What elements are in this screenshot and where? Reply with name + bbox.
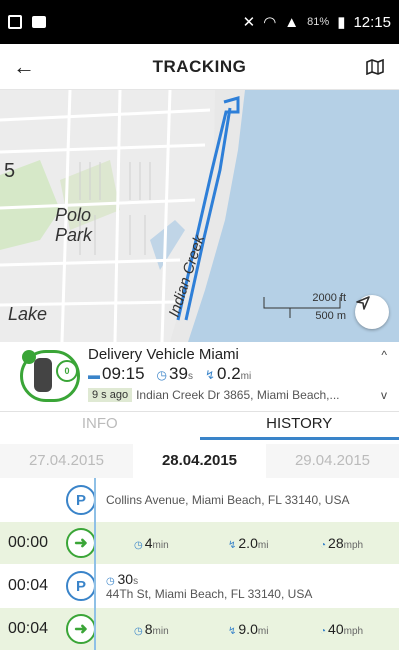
- scale-ft: 2000 ft: [312, 292, 346, 304]
- map-label-left-15: 5: [4, 160, 16, 182]
- tab-history[interactable]: HISTORY: [199, 412, 399, 440]
- map-view[interactable]: Indian Creek Polo Park 5 Lake 2000 ft 50…: [0, 90, 399, 342]
- tab-info[interactable]: INFO: [0, 412, 200, 440]
- battery-percent: 81%: [307, 16, 330, 28]
- page-title: TRACKING: [152, 56, 247, 76]
- clock-icon: ▬: [88, 368, 100, 382]
- map-scale: 2000 ft 500 m: [262, 292, 354, 326]
- vehicle-distance: 0.2: [217, 364, 241, 383]
- route-arrow-icon: ➜: [66, 614, 96, 644]
- navigation-arrow-icon: [356, 296, 370, 310]
- date-current[interactable]: 28.04.2015: [133, 444, 266, 478]
- trip-time: 00:00: [8, 534, 49, 551]
- vehicle-stats: ▬ 09:15 ◷ 39s ↯ 0.2mi: [88, 364, 251, 384]
- timeline-line: [94, 608, 96, 650]
- battery-icon: ▮: [337, 14, 346, 31]
- date-prev[interactable]: 27.04.2015: [0, 444, 133, 478]
- distance-icon: ↯: [204, 368, 216, 382]
- clock: 12:15: [353, 13, 391, 31]
- history-trip-row[interactable]: 00:00 ➜ ◷ 4min ↯ 2.0mi ◔ 28mph: [0, 522, 399, 564]
- parking-icon: P: [66, 571, 96, 601]
- history-stop-row[interactable]: 00:04 P ◷ 30s 44Th St, Miami Beach, FL 3…: [0, 564, 399, 608]
- back-arrow-icon[interactable]: ←: [0, 54, 48, 80]
- vehicle-address: Indian Creek Dr 3865, Miami Beach,...: [136, 388, 340, 402]
- mute-icon: ✕: [242, 14, 256, 31]
- chevron-up-icon[interactable]: ^: [381, 348, 387, 362]
- history-stop-row[interactable]: P Collins Avenue, Miami Beach, FL 33140,…: [0, 478, 399, 522]
- stop-address: Collins Avenue, Miami Beach, FL 33140, U…: [106, 493, 350, 507]
- vehicle-distance-unit: mi: [240, 371, 252, 382]
- trip-distance: ↯ 2.0mi: [228, 535, 269, 551]
- timer-icon: ◷: [156, 368, 168, 382]
- timeline-line: [94, 478, 96, 522]
- status-bar: ✕ ◠ ▲ 81% ▮ 12:15: [0, 0, 399, 44]
- timeline-line: [94, 522, 96, 564]
- chevron-down-icon[interactable]: v: [381, 388, 387, 402]
- area-label-polo-park: Polo Park: [55, 205, 93, 245]
- trip-duration: ◷ 4min: [134, 535, 169, 551]
- trip-time: 00:04: [8, 620, 49, 637]
- stop-details: ◷ 30s 44Th St, Miami Beach, FL 33140, US…: [106, 571, 312, 601]
- trip-speed: ◔ 40mph: [320, 621, 364, 637]
- last-update-badge: 9 s ago: [88, 388, 133, 402]
- history-list[interactable]: P Collins Avenue, Miami Beach, FL 33140,…: [0, 478, 399, 659]
- stop-time: 00:04: [8, 577, 49, 594]
- trip-duration: ◷ 8min: [134, 621, 169, 637]
- scale-m: 500 m: [315, 310, 346, 322]
- screenshot-notification-icon: [8, 15, 22, 29]
- signal-icon: ▲: [284, 13, 300, 31]
- date-selector: 27.04.2015 28.04.2015 29.04.2015: [0, 444, 399, 478]
- vehicle-duration-unit: s: [187, 371, 193, 382]
- vehicle-time: 09:15: [102, 364, 145, 383]
- wifi-icon: ◠: [263, 14, 277, 31]
- stop-address: 44Th St, Miami Beach, FL 33140, USA: [106, 587, 313, 601]
- vehicle-speed-badge: 0: [56, 360, 78, 382]
- map-view-icon[interactable]: [351, 58, 399, 75]
- route-arrow-icon: ➜: [66, 528, 96, 558]
- vehicle-name: Delivery Vehicle Miami: [88, 346, 239, 363]
- history-trip-row[interactable]: 00:04 ➜ ◷ 8min ↯ 9.0mi ◔ 40mph: [0, 608, 399, 650]
- area-label-lake: Lake: [8, 304, 48, 324]
- timeline-line: [94, 564, 96, 608]
- stop-duration: ◷ 30s: [106, 571, 139, 587]
- vehicle-duration: 39: [169, 364, 188, 383]
- vehicle-location-line: 9 s ago Indian Creek Dr 3865, Miami Beac…: [88, 388, 340, 402]
- car-icon: [34, 358, 52, 392]
- tab-bar: INFO HISTORY: [0, 412, 399, 440]
- shopping-notification-icon: [32, 16, 46, 28]
- my-location-button[interactable]: [355, 295, 389, 329]
- vehicle-summary[interactable]: 0 Delivery Vehicle Miami ▬ 09:15 ◷ 39s ↯ 0.…: [0, 342, 399, 412]
- trip-speed: ◔ 28mph: [320, 535, 364, 551]
- parking-icon: P: [66, 485, 96, 515]
- app-bar: ← TRACKING: [0, 44, 399, 90]
- date-next[interactable]: 29.04.2015: [266, 444, 399, 478]
- trip-distance: ↯ 9.0mi: [228, 621, 269, 637]
